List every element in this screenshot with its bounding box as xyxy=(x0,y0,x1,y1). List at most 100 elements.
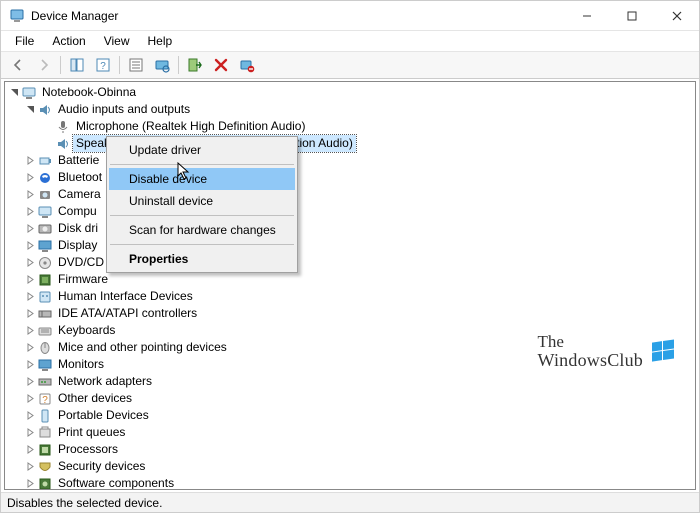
monitor-icon xyxy=(37,357,53,373)
tree-category-row[interactable]: Portable Devices xyxy=(5,407,695,424)
expand-right-icon[interactable] xyxy=(23,358,37,372)
camera-icon xyxy=(37,187,53,203)
tree-category-row[interactable]: Security devices xyxy=(5,458,695,475)
hid-icon xyxy=(37,289,53,305)
expand-right-icon[interactable] xyxy=(23,256,37,270)
disable-device-button[interactable] xyxy=(209,54,233,76)
ide-icon xyxy=(37,306,53,322)
computer-icon xyxy=(37,204,53,220)
forward-button[interactable] xyxy=(32,54,56,76)
expand-right-icon[interactable] xyxy=(23,324,37,338)
expand-right-icon[interactable] xyxy=(23,307,37,321)
menu-file[interactable]: File xyxy=(7,32,42,50)
menu-bar: File Action View Help xyxy=(1,31,699,51)
tree-category-audio[interactable]: Audio inputs and outputs xyxy=(5,101,695,118)
tree-category-label: Print queues xyxy=(55,424,128,441)
help-button[interactable]: ? xyxy=(91,54,115,76)
show-hide-tree-button[interactable] xyxy=(65,54,89,76)
cm-update-driver[interactable]: Update driver xyxy=(109,139,295,161)
menu-action[interactable]: Action xyxy=(44,32,93,50)
tree-category-label: Human Interface Devices xyxy=(55,288,196,305)
tree-category-label: Monitors xyxy=(55,356,107,373)
expand-right-icon[interactable] xyxy=(23,409,37,423)
expand-right-icon[interactable] xyxy=(23,443,37,457)
expand-right-icon[interactable] xyxy=(23,188,37,202)
expand-down-icon[interactable] xyxy=(23,103,37,117)
windows-logo-icon xyxy=(649,337,677,365)
portable-device-icon xyxy=(37,408,53,424)
menu-view[interactable]: View xyxy=(96,32,138,50)
keyboard-icon xyxy=(37,323,53,339)
tree-category-row[interactable]: Print queues xyxy=(5,424,695,441)
disk-icon xyxy=(37,221,53,237)
expand-right-icon[interactable] xyxy=(23,239,37,253)
expand-down-icon[interactable] xyxy=(7,86,21,100)
properties-button[interactable] xyxy=(124,54,148,76)
expand-right-icon[interactable] xyxy=(23,392,37,406)
tree-category-label: Portable Devices xyxy=(55,407,152,424)
tree-category-row[interactable]: Human Interface Devices xyxy=(5,288,695,305)
cm-scan-hardware[interactable]: Scan for hardware changes xyxy=(109,219,295,241)
expand-right-icon[interactable] xyxy=(23,205,37,219)
speaker-icon xyxy=(55,136,71,152)
watermark-line2: WindowsClub xyxy=(538,351,643,370)
window-title: Device Manager xyxy=(31,9,118,23)
firmware-icon xyxy=(37,272,53,288)
tree-category-row[interactable]: ?Other devices xyxy=(5,390,695,407)
expand-right-icon[interactable] xyxy=(23,290,37,304)
tree-root-row[interactable]: Notebook-Obinna xyxy=(5,84,695,101)
enable-device-button[interactable] xyxy=(183,54,207,76)
minimize-button[interactable] xyxy=(564,1,609,31)
expand-right-icon[interactable] xyxy=(23,426,37,440)
tree-category-row[interactable]: Software components xyxy=(5,475,695,490)
tree-category-label: Batterie xyxy=(55,152,102,169)
network-icon xyxy=(37,374,53,390)
other-device-icon: ? xyxy=(37,391,53,407)
tree-category-label: IDE ATA/ATAPI controllers xyxy=(55,305,200,322)
expand-right-icon[interactable] xyxy=(23,341,37,355)
tree-category-label: Display xyxy=(55,237,100,254)
tree-category-label: Security devices xyxy=(55,458,148,475)
tree-category-label: Firmware xyxy=(55,271,111,288)
context-menu: Update driver Disable device Uninstall d… xyxy=(106,136,298,273)
status-text: Disables the selected device. xyxy=(7,496,162,510)
cm-disable-device[interactable]: Disable device xyxy=(109,168,295,190)
device-manager-icon xyxy=(9,8,25,24)
cm-separator xyxy=(110,244,294,245)
tree-category-row[interactable]: Network adapters xyxy=(5,373,695,390)
security-icon xyxy=(37,459,53,475)
maximize-button[interactable] xyxy=(609,1,654,31)
expand-right-icon[interactable] xyxy=(23,375,37,389)
status-bar: Disables the selected device. xyxy=(1,492,699,512)
dvd-icon xyxy=(37,255,53,271)
back-button[interactable] xyxy=(6,54,30,76)
display-icon xyxy=(37,238,53,254)
close-button[interactable] xyxy=(654,1,699,31)
tree-category-row[interactable]: Firmware xyxy=(5,271,695,288)
scan-hardware-button[interactable] xyxy=(150,54,174,76)
tree-category-row[interactable]: Processors xyxy=(5,441,695,458)
menu-help[interactable]: Help xyxy=(140,32,181,50)
expand-right-icon[interactable] xyxy=(23,273,37,287)
expand-right-icon[interactable] xyxy=(23,477,37,491)
watermark: The WindowsClub xyxy=(538,333,677,370)
expand-right-icon[interactable] xyxy=(23,222,37,236)
processor-icon xyxy=(37,442,53,458)
cm-properties[interactable]: Properties xyxy=(109,248,295,270)
printer-icon xyxy=(37,425,53,441)
toolbar: ? xyxy=(1,51,699,79)
tree-device-microphone[interactable]: Microphone (Realtek High Definition Audi… xyxy=(5,118,695,135)
cm-separator xyxy=(110,215,294,216)
tree-category-label: Keyboards xyxy=(55,322,118,339)
mouse-icon xyxy=(37,340,53,356)
software-component-icon xyxy=(37,476,53,491)
watermark-line1: The xyxy=(538,333,643,351)
tree-category-label: Processors xyxy=(55,441,121,458)
uninstall-device-button[interactable] xyxy=(235,54,259,76)
expand-right-icon[interactable] xyxy=(23,460,37,474)
svg-text:?: ? xyxy=(100,61,106,72)
expand-right-icon[interactable] xyxy=(23,154,37,168)
expand-right-icon[interactable] xyxy=(23,171,37,185)
tree-category-row[interactable]: IDE ATA/ATAPI controllers xyxy=(5,305,695,322)
cm-uninstall-device[interactable]: Uninstall device xyxy=(109,190,295,212)
